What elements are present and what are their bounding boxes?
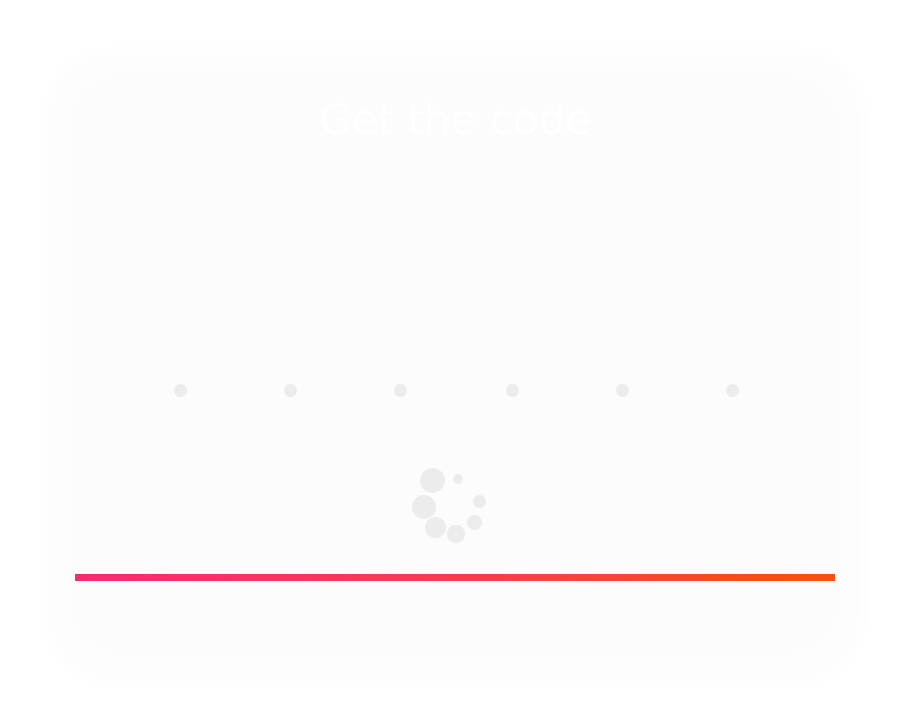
progress-fill [75,574,835,581]
dialog-title: Get the code [319,95,591,144]
code-digit-4[interactable] [506,384,519,397]
code-digit-2[interactable] [284,384,297,397]
code-digit-3[interactable] [394,384,407,397]
spinner-dot [412,495,436,519]
code-digit-1[interactable] [174,384,187,397]
spinner-icon [408,464,494,550]
spinner-dot [447,525,465,543]
spinner-dot [453,474,463,484]
code-digit-6[interactable] [726,384,739,397]
screen: Get the code [0,0,910,722]
code-digit-5[interactable] [616,384,629,397]
spinner-dot [473,495,486,508]
spinner-dot [420,468,445,493]
spinner-dot [467,515,482,530]
spinner-dot [425,517,446,538]
progress-bar [75,574,835,581]
code-input[interactable] [0,384,910,398]
